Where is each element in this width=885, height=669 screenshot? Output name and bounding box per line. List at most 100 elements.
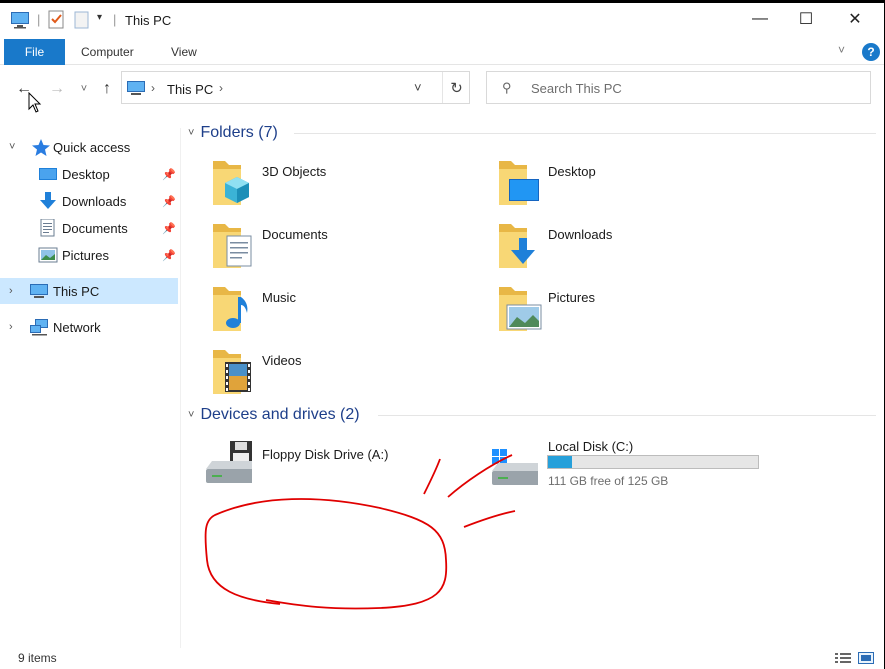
ribbon-tabs: File Computer View ˅ ? xyxy=(0,39,884,65)
sidebar-item-quick-access[interactable]: ˅ Quick access xyxy=(0,134,178,160)
group-header-folders[interactable]: ˅ Folders (7) xyxy=(188,122,278,144)
pictures-icon xyxy=(38,247,58,263)
sidebar-item-label: Downloads xyxy=(62,193,127,209)
sidebar-item-label: This PC xyxy=(53,283,100,299)
drive-local-c[interactable]: Local Disk (C:) xyxy=(490,439,770,499)
expand-icon[interactable]: › xyxy=(9,285,21,297)
drive-free-space: 111 GB free of 125 GB xyxy=(548,474,669,488)
pin-icon[interactable]: 📌 xyxy=(162,168,176,181)
group-header-devices[interactable]: ˅ Devices and drives (2) xyxy=(188,404,360,426)
search-icon: ⚲ xyxy=(502,80,512,95)
breadcrumb-this-pc[interactable]: This PC xyxy=(167,82,213,97)
this-pc-icon xyxy=(11,12,29,29)
folder-name: Desktop xyxy=(548,164,596,179)
folder-desktop[interactable]: Desktop xyxy=(497,157,777,217)
address-bar[interactable]: › This PC › ˅ ↻ xyxy=(121,71,470,104)
folder-videos[interactable]: Videos xyxy=(211,346,491,406)
minimize-button[interactable]: — xyxy=(737,3,783,35)
folder-documents[interactable]: Documents xyxy=(211,220,491,280)
tab-view[interactable]: View xyxy=(171,39,197,65)
forward-button[interactable]: → xyxy=(46,78,68,100)
title-bar: | ▾ | This PC — ☐ ✕ xyxy=(0,3,884,35)
pin-icon[interactable]: 📌 xyxy=(162,222,176,235)
mouse-cursor-icon xyxy=(28,92,42,113)
recent-locations-button[interactable]: ˅ xyxy=(73,78,95,100)
sidebar-item-network[interactable]: › Network xyxy=(0,314,178,340)
drive-name: Local Disk (C:) xyxy=(548,439,634,454)
group-divider xyxy=(378,415,876,416)
folder-pictures[interactable]: Pictures xyxy=(497,283,777,343)
help-button[interactable]: ? xyxy=(862,43,880,61)
desktop-icon xyxy=(39,168,57,180)
title-divider: | xyxy=(37,12,41,27)
properties-icon[interactable] xyxy=(48,10,64,30)
collapse-group-icon[interactable]: ˅ xyxy=(188,409,194,421)
floppy-drive-icon xyxy=(206,441,252,483)
explorer-window: | ▾ | This PC — ☐ ✕ File Computer View ˅… xyxy=(0,3,884,669)
desktop-folder-icon xyxy=(499,161,539,205)
videos-folder-icon xyxy=(213,350,251,394)
breadcrumb-separator[interactable]: › xyxy=(151,81,155,95)
address-dropdown-icon[interactable]: ˅ xyxy=(414,80,422,95)
local-disk-icon xyxy=(492,449,538,485)
star-icon xyxy=(32,139,50,156)
3d-objects-folder-icon xyxy=(213,161,249,205)
folder-name: Downloads xyxy=(548,227,613,242)
disk-usage-bar xyxy=(547,455,759,469)
network-icon xyxy=(30,319,48,336)
sidebar-item-documents[interactable]: Documents 📌 xyxy=(0,215,178,241)
folder-name: Videos xyxy=(262,353,302,368)
group-divider xyxy=(294,133,876,134)
expand-icon[interactable]: › xyxy=(9,321,21,333)
status-bar: 9 items xyxy=(0,644,884,669)
group-title: Folders (7) xyxy=(200,124,278,141)
refresh-button[interactable]: ↻ xyxy=(442,72,470,103)
folder-name: Pictures xyxy=(548,290,595,305)
music-folder-icon xyxy=(213,287,248,331)
sidebar-item-label: Pictures xyxy=(62,247,109,263)
sidebar-item-this-pc[interactable]: › This PC xyxy=(0,278,178,304)
downloads-folder-icon xyxy=(499,224,535,268)
window-title: This PC xyxy=(125,13,172,28)
collapse-icon[interactable]: ˅ xyxy=(9,141,21,153)
this-pc-icon xyxy=(127,81,145,95)
documents-folder-icon xyxy=(213,224,252,268)
drive-floppy-a[interactable]: Floppy Disk Drive (A:) xyxy=(204,439,484,499)
downloads-icon xyxy=(40,192,56,209)
sidebar-item-label: Desktop xyxy=(62,166,110,182)
details-view-icon[interactable] xyxy=(835,652,851,664)
customize-qat-icon[interactable]: ▾ xyxy=(97,12,102,32)
sidebar-item-pictures[interactable]: Pictures 📌 xyxy=(0,242,178,268)
pictures-folder-icon xyxy=(499,287,542,331)
this-pc-icon xyxy=(30,284,48,298)
new-folder-icon[interactable] xyxy=(74,10,90,30)
folder-name: Music xyxy=(262,290,296,305)
expand-ribbon-icon[interactable]: ˅ xyxy=(838,43,845,57)
sidebar-item-label: Network xyxy=(53,319,101,335)
navigation-pane: ˅ Quick access Desktop 📌 Downloads 📌 Doc… xyxy=(0,128,181,648)
large-icons-view-icon[interactable] xyxy=(858,652,874,664)
item-count: 9 items xyxy=(18,651,57,665)
sidebar-item-desktop[interactable]: Desktop 📌 xyxy=(0,161,178,187)
pin-icon[interactable]: 📌 xyxy=(162,249,176,262)
pin-icon[interactable]: 📌 xyxy=(162,195,176,208)
documents-icon xyxy=(40,219,55,237)
disk-usage-fill xyxy=(548,456,572,468)
search-input[interactable] xyxy=(531,79,851,97)
search-box[interactable]: ⚲ xyxy=(486,71,871,104)
up-button[interactable]: ↑ xyxy=(96,78,118,100)
drive-name: Floppy Disk Drive (A:) xyxy=(262,447,389,462)
close-button[interactable]: ✕ xyxy=(832,3,878,35)
group-title: Devices and drives (2) xyxy=(200,406,360,423)
sidebar-item-downloads[interactable]: Downloads 📌 xyxy=(0,188,178,214)
breadcrumb-separator[interactable]: › xyxy=(219,81,223,95)
folder-downloads[interactable]: Downloads xyxy=(497,220,777,280)
tab-computer[interactable]: Computer xyxy=(81,39,134,65)
folder-3d-objects[interactable]: 3D Objects xyxy=(211,157,491,217)
sidebar-item-label: Quick access xyxy=(53,139,131,155)
maximize-button[interactable]: ☐ xyxy=(783,3,829,35)
folder-music[interactable]: Music xyxy=(211,283,491,343)
folder-name: Documents xyxy=(262,227,328,242)
tab-file[interactable]: File xyxy=(4,39,65,65)
collapse-group-icon[interactable]: ˅ xyxy=(188,127,194,139)
